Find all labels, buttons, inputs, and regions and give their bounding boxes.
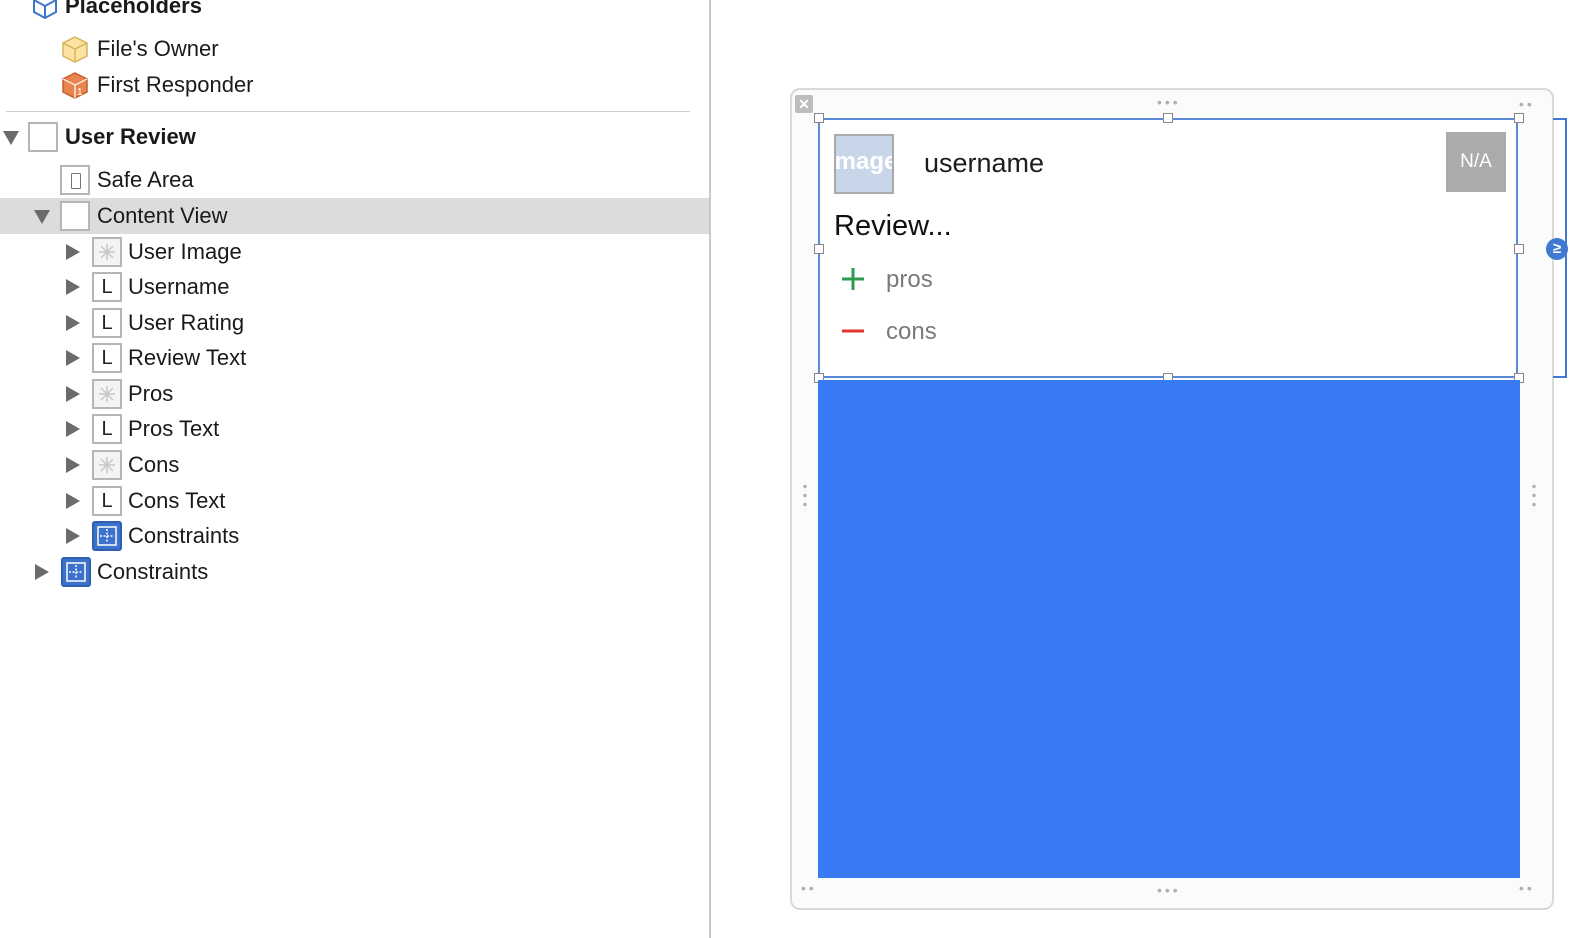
disclosure-expanded-icon[interactable] xyxy=(3,131,19,145)
outline-child-label: User Rating xyxy=(128,310,245,335)
resize-grip-icon[interactable] xyxy=(803,482,807,512)
disclosure-collapsed-icon[interactable] xyxy=(66,528,80,544)
outline-safe-area-label: Safe Area xyxy=(97,167,194,192)
outline-row-constraints-inner[interactable]: Constraints xyxy=(0,518,709,554)
selection-handle[interactable] xyxy=(814,113,824,123)
user-image-view[interactable]: ImageV xyxy=(834,134,894,194)
outline-row-user-review[interactable]: User Review xyxy=(0,119,709,155)
outline-user-review-label: User Review xyxy=(65,124,196,149)
image-view-icon xyxy=(92,450,122,480)
label-icon: L xyxy=(92,486,122,516)
svg-text:1: 1 xyxy=(77,87,83,98)
outline-child-label: Constraints xyxy=(128,523,240,548)
constraint-line xyxy=(1553,376,1565,378)
outline-files-owner-label: File's Owner xyxy=(97,36,219,61)
disclosure-expanded-icon[interactable] xyxy=(34,210,50,224)
image-view-icon xyxy=(92,379,122,409)
disclosure-collapsed-icon[interactable] xyxy=(66,386,80,402)
disclosure-collapsed-icon[interactable] xyxy=(66,457,80,473)
outline-row-review-text[interactable]: L Review Text xyxy=(0,340,709,376)
outline-row-pros-text[interactable]: L Pros Text xyxy=(0,411,709,447)
constraint-line xyxy=(1553,118,1565,120)
pros-text-label[interactable]: pros xyxy=(886,266,933,294)
resize-grip-icon[interactable]: ••• xyxy=(1157,882,1181,898)
view-icon xyxy=(28,122,58,152)
blue-view[interactable] xyxy=(818,380,1520,878)
plus-icon[interactable] xyxy=(840,266,866,292)
outline-row-cons[interactable]: Cons xyxy=(0,447,709,483)
outline-placeholders-label: Placeholders xyxy=(65,0,202,18)
outline-row-cons-text[interactable]: L Cons Text xyxy=(0,483,709,519)
outline-child-label: Cons Text xyxy=(128,488,226,513)
resize-grip-icon[interactable]: •• xyxy=(801,880,817,896)
close-icon[interactable]: ✕ xyxy=(795,95,813,113)
disclosure-collapsed-icon[interactable] xyxy=(66,421,80,437)
first-responder-cube-icon: 1 xyxy=(62,72,88,99)
username-label[interactable]: username xyxy=(924,148,1044,179)
resize-grip-icon[interactable]: ••• xyxy=(1157,94,1181,110)
disclosure-collapsed-icon[interactable] xyxy=(66,315,80,331)
image-placeholder-text: ImageV xyxy=(834,148,892,175)
outline-child-label: Pros xyxy=(128,381,174,406)
cube-icon xyxy=(33,0,57,20)
safe-area-icon xyxy=(60,165,90,195)
outline-row-content-view[interactable]: Content View xyxy=(0,198,709,234)
outline-row-first-responder[interactable]: 1 First Responder xyxy=(0,67,709,103)
disclosure-collapsed-icon[interactable] xyxy=(66,279,80,295)
disclosure-collapsed-icon[interactable] xyxy=(66,244,80,260)
disclosure-collapsed-icon[interactable] xyxy=(66,350,80,366)
outline-row-user-image[interactable]: User Image xyxy=(0,234,709,270)
outline-row-username[interactable]: L Username xyxy=(0,269,709,305)
outline-child-label: Cons xyxy=(128,452,180,477)
constraints-icon xyxy=(92,521,122,551)
resize-grip-icon[interactable]: •• xyxy=(1519,880,1535,896)
outline-child-label: User Image xyxy=(128,239,242,264)
image-view-icon xyxy=(92,237,122,267)
outline-first-responder-label: First Responder xyxy=(97,72,254,97)
outline-row-user-rating[interactable]: L User Rating xyxy=(0,305,709,341)
disclosure-collapsed-icon[interactable] xyxy=(35,564,49,580)
constraints-icon xyxy=(61,557,91,587)
outline-row-constraints-root[interactable]: Constraints xyxy=(0,554,709,590)
outline-separator xyxy=(6,111,690,112)
selection-handle[interactable] xyxy=(814,244,824,254)
disclosure-collapsed-icon[interactable] xyxy=(66,493,80,509)
resize-grip-icon[interactable]: •• xyxy=(1519,96,1535,112)
selection-handle[interactable] xyxy=(1514,244,1524,254)
outline-row-pros[interactable]: Pros xyxy=(0,376,709,412)
label-icon: L xyxy=(92,272,122,302)
outline-child-label: Username xyxy=(128,274,230,299)
outline-child-label: Pros Text xyxy=(128,416,220,441)
greater-or-equal-icon[interactable]: ≥ xyxy=(1546,238,1568,260)
label-icon: L xyxy=(92,414,122,444)
outline-root-constraints-label: Constraints xyxy=(97,559,209,584)
review-text-label[interactable]: Review... xyxy=(834,210,952,243)
files-owner-cube-icon xyxy=(62,36,88,63)
cons-text-label[interactable]: cons xyxy=(886,318,937,346)
selection-handle[interactable] xyxy=(1514,113,1524,123)
view-icon xyxy=(60,201,90,231)
minus-icon[interactable] xyxy=(840,318,866,344)
selection-handle[interactable] xyxy=(1163,113,1173,123)
outline-row-placeholders[interactable]: Placeholders xyxy=(0,0,709,24)
interface-builder-canvas: ✕ ••• •• ••• •• •• ImageV username N/A R… xyxy=(711,0,1584,938)
resize-grip-icon[interactable] xyxy=(1532,482,1536,512)
outline-child-label: Review Text xyxy=(128,345,247,370)
label-icon: L xyxy=(92,343,122,373)
outline-content-view-label: Content View xyxy=(97,203,228,228)
outline-row-files-owner[interactable]: File's Owner xyxy=(0,31,709,67)
label-icon: L xyxy=(92,308,122,338)
user-rating-label[interactable]: N/A xyxy=(1446,132,1506,192)
outline-row-safe-area[interactable]: Safe Area xyxy=(0,162,709,198)
table-view-cell[interactable]: ImageV username N/A Review... pros cons xyxy=(818,118,1518,378)
document-outline: Placeholders File's Owner 1 First Respon… xyxy=(0,0,709,938)
